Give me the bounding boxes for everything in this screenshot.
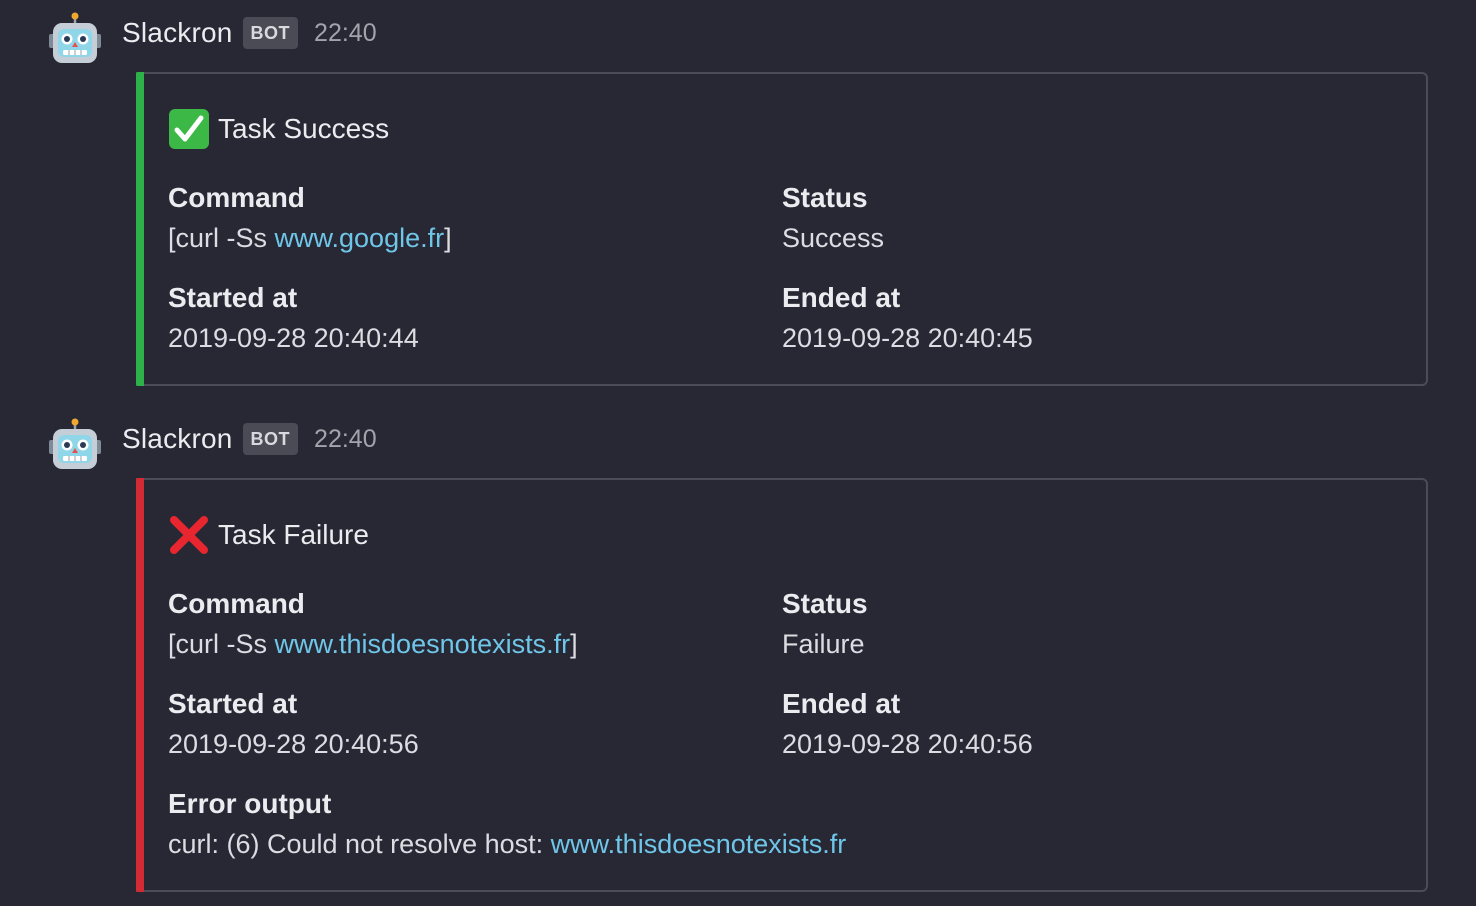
field-value: [curl -Ss www.google.fr] [168, 218, 452, 258]
field-label: Status [782, 588, 868, 619]
field-value: 2019-09-28 20:40:56 [782, 729, 1033, 759]
field-label: Started at [168, 282, 298, 313]
field-status: Status Failure [782, 584, 868, 664]
field-value: 2019-09-28 20:40:44 [168, 323, 419, 353]
command-link[interactable]: www.google.fr [275, 223, 445, 253]
field-label: Ended at [782, 688, 901, 719]
field-started-at: Started at 2019-09-28 20:40:44 [168, 278, 419, 358]
field-value: Failure [782, 629, 865, 659]
attachment-title: Task Success [168, 108, 389, 150]
robot-face-icon[interactable] [48, 12, 102, 66]
robot-face-icon[interactable] [48, 418, 102, 472]
field-value: 2019-09-28 20:40:45 [782, 323, 1033, 353]
message-header: Slackron BOT 22:40 [122, 420, 377, 458]
error-prefix: curl: (6) Could not resolve host: [168, 829, 551, 859]
field-value: curl: (6) Could not resolve host: www.th… [168, 824, 846, 864]
attachment-card: Task Failure Command [curl -Ss www.thisd… [136, 478, 1428, 892]
attachment-card: Task Success Command [curl -Ss www.googl… [136, 72, 1428, 386]
field-value: Success [782, 223, 885, 253]
field-label: Error output [168, 788, 332, 819]
accent-bar [136, 478, 144, 892]
command-link[interactable]: www.thisdoesnotexists.fr [275, 629, 571, 659]
field-label: Started at [168, 688, 298, 719]
field-ended-at: Ended at 2019-09-28 20:40:45 [782, 278, 1033, 358]
username[interactable]: Slackron [122, 17, 233, 49]
field-command: Command [curl -Ss www.thisdoesnotexists.… [168, 584, 578, 664]
field-value: 2019-09-28 20:40:56 [168, 729, 419, 759]
attachment-title: Task Failure [168, 514, 369, 556]
accent-bar [136, 72, 144, 386]
error-link[interactable]: www.thisdoesnotexists.fr [551, 829, 847, 859]
field-command: Command [curl -Ss www.google.fr] [168, 178, 452, 258]
command-prefix: [curl -Ss [168, 223, 275, 253]
field-started-at: Started at 2019-09-28 20:40:56 [168, 684, 419, 764]
command-suffix: ] [444, 223, 452, 253]
field-label: Command [168, 182, 305, 213]
field-error-output: Error output curl: (6) Could not resolve… [168, 784, 846, 864]
field-label: Status [782, 182, 868, 213]
username[interactable]: Slackron [122, 423, 233, 455]
attachment-title-text: Task Failure [218, 519, 369, 550]
field-value: [curl -Ss www.thisdoesnotexists.fr] [168, 624, 578, 664]
bot-badge: BOT [242, 17, 299, 49]
field-status: Status Success [782, 178, 884, 258]
field-ended-at: Ended at 2019-09-28 20:40:56 [782, 684, 1033, 764]
message-header: Slackron BOT 22:40 [122, 14, 377, 52]
command-prefix: [curl -Ss [168, 629, 275, 659]
command-suffix: ] [570, 629, 578, 659]
check-mark-icon [169, 109, 209, 149]
field-label: Ended at [782, 282, 901, 313]
field-label: Command [168, 588, 305, 619]
cross-mark-icon [170, 516, 208, 554]
attachment-title-text: Task Success [218, 113, 390, 144]
timestamp[interactable]: 22:40 [314, 425, 377, 454]
bot-badge: BOT [242, 423, 299, 455]
timestamp[interactable]: 22:40 [314, 19, 377, 48]
